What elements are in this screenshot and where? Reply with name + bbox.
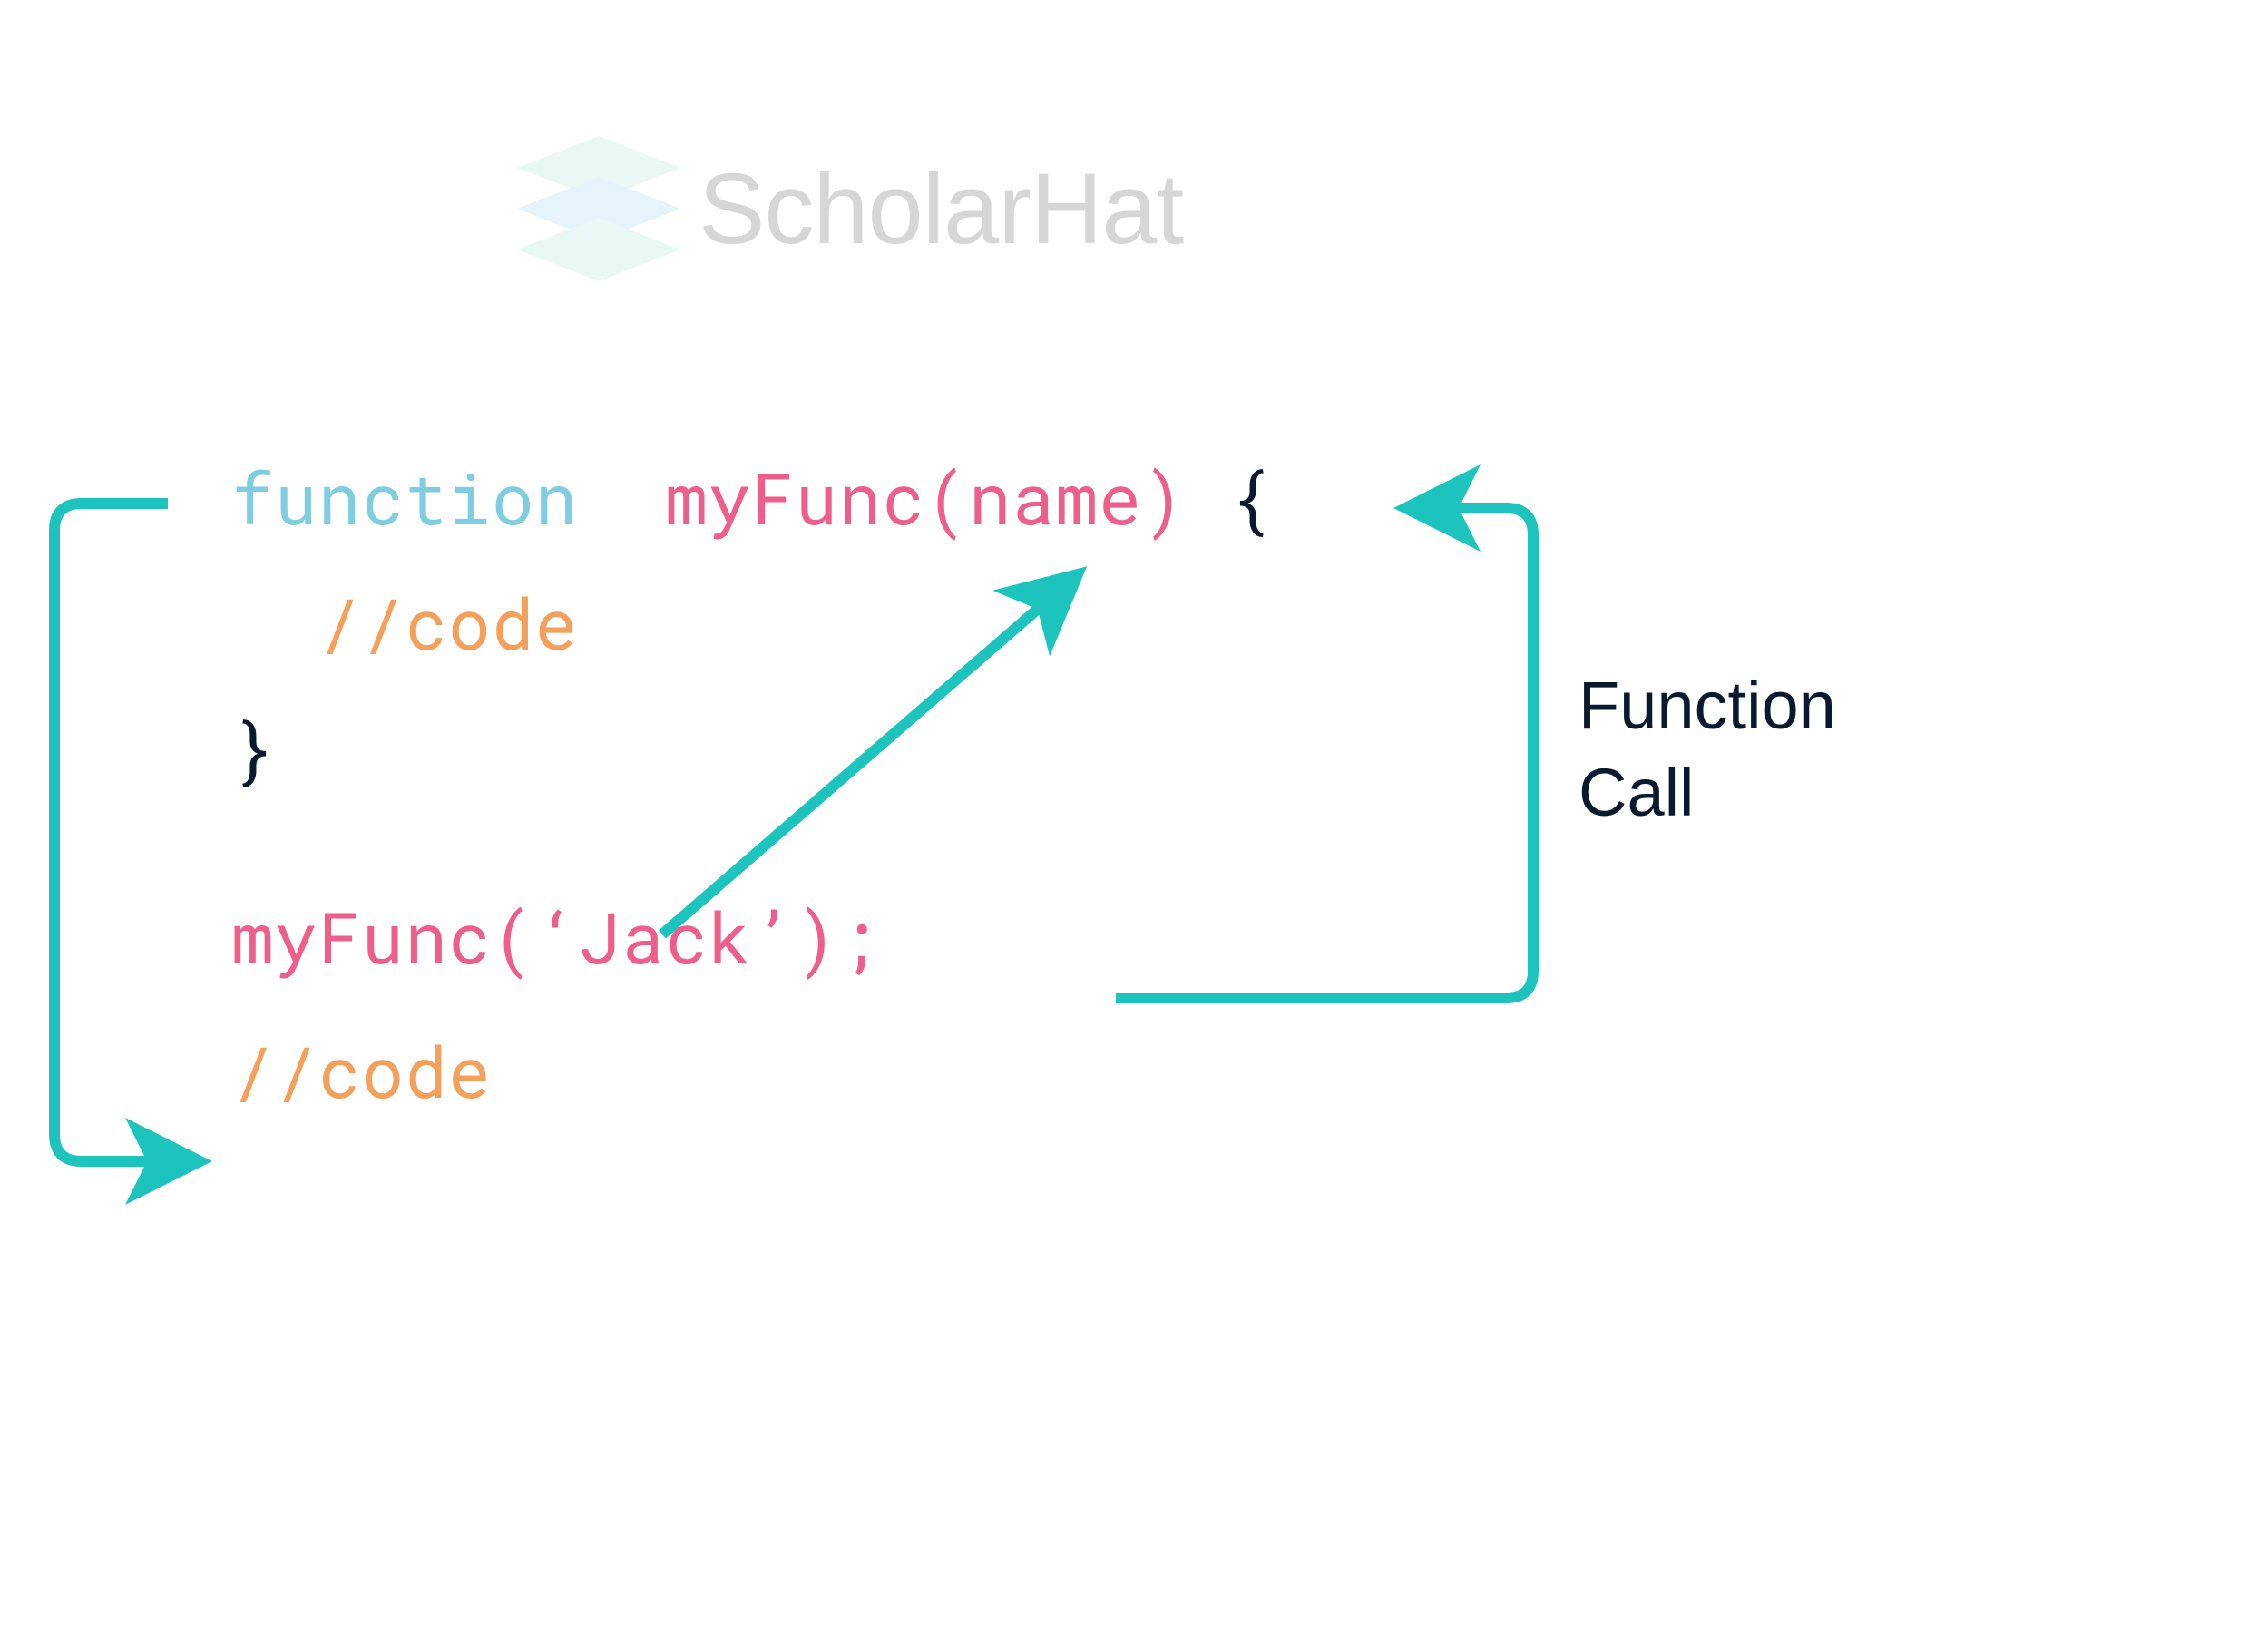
stacked-layers-icon: [517, 136, 680, 281]
keyword-function: function: [231, 451, 578, 544]
function-call: myFunc(‘Jack’);: [231, 890, 882, 983]
close-brace: }: [231, 701, 275, 795]
flow-arrow-left: [54, 504, 191, 1161]
code-line-3: }: [231, 713, 1272, 784]
comment-inner: //code: [318, 576, 579, 670]
brand-name: ScholarHat: [699, 152, 1183, 267]
comment-outer: //code: [231, 1024, 492, 1118]
diagram-canvas: ScholarHat function myFunc(name) { //cod…: [0, 0, 2268, 1633]
annotation-function-call: Function Call: [1579, 662, 1836, 836]
annotation-line-2: Call: [1579, 749, 1836, 836]
function-signature: myFunc(name): [665, 451, 1186, 544]
annotation-line-1: Function: [1579, 662, 1836, 749]
brand-logo: ScholarHat: [517, 136, 1183, 281]
code-line-1: function myFunc(name) {: [231, 463, 1272, 533]
code-line-2: //code: [231, 588, 1272, 659]
open-brace: {: [1229, 451, 1273, 544]
code-line-5: //code: [231, 1036, 1272, 1107]
code-block: function myFunc(name) { //code } myFunc(…: [231, 463, 1272, 1161]
code-line-4: myFunc(‘Jack’);: [231, 902, 1272, 973]
